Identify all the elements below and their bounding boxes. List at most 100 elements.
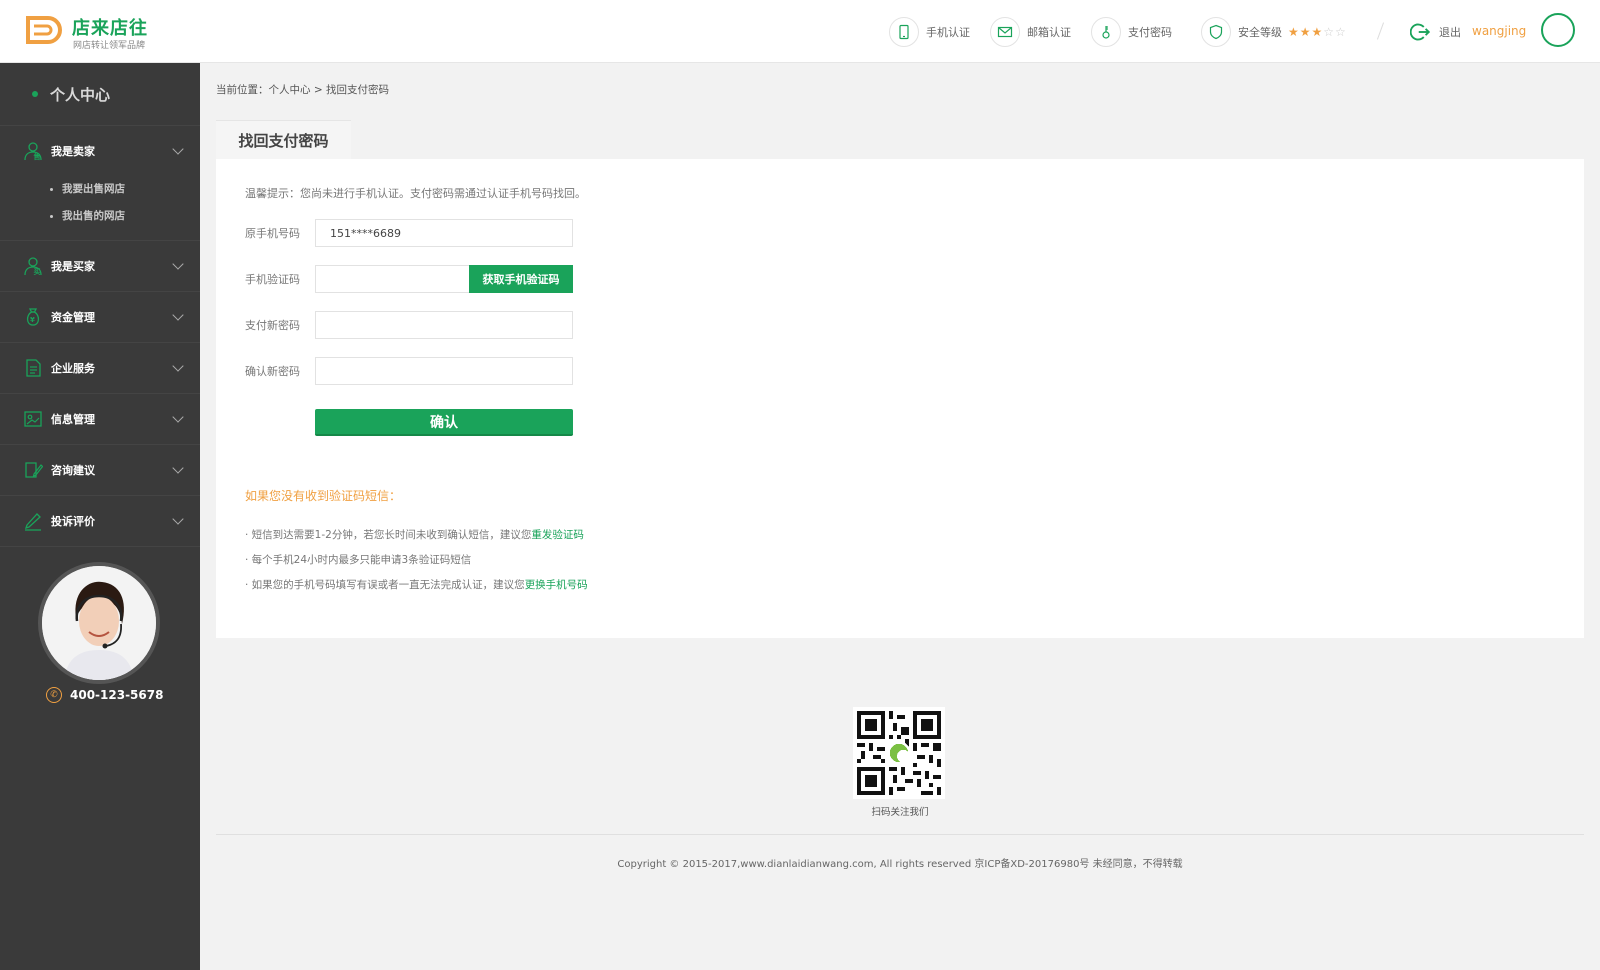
svg-text:售: 售 bbox=[34, 152, 41, 161]
chevron-down-icon bbox=[172, 462, 184, 474]
customer-service-photo bbox=[38, 562, 160, 684]
sidebar-item-buyer[interactable]: 买 我是买家 bbox=[0, 241, 200, 291]
site-logo[interactable]: 店来店往 网店转让领军品牌 bbox=[24, 12, 164, 52]
help-line-resend: · 短信到达需要1-2分钟，若您长时间未收到确认短信，建议您重发验证码 bbox=[245, 527, 584, 542]
resend-code-link[interactable]: 重发验证码 bbox=[531, 529, 584, 541]
sidebar-group-enterprise: 企业服务 bbox=[0, 343, 200, 394]
sidebar-item-consult-label: 咨询建议 bbox=[51, 464, 95, 477]
buyer-icon: 买 bbox=[22, 255, 44, 277]
logout-button[interactable]: 退出 bbox=[1405, 17, 1461, 47]
sidebar-item-enterprise[interactable]: 企业服务 bbox=[0, 343, 200, 393]
get-sms-code-button[interactable]: 获取手机验证码 bbox=[469, 265, 573, 293]
sidebar-title[interactable]: 个人中心 bbox=[0, 63, 200, 126]
sidebar: 个人中心 售 我是卖家 我要出售网店 我出售的网店 买 我是买家 ¥ 资金管理 … bbox=[0, 63, 200, 970]
original-phone-field: 151****6689 bbox=[315, 219, 573, 247]
help-title: 如果您没有收到验证码短信： bbox=[245, 489, 402, 503]
sms-code-input[interactable] bbox=[315, 265, 469, 293]
new-password-input[interactable] bbox=[315, 311, 573, 339]
notice-tip: 温馨提示：您尚未进行手机认证。支付密码需通过认证手机号码找回。 bbox=[245, 187, 586, 200]
document-icon bbox=[22, 357, 44, 379]
sidebar-group-consult: 咨询建议 bbox=[0, 445, 200, 496]
nav-email-verify[interactable]: 邮箱认证 bbox=[990, 17, 1071, 47]
sidebar-group-buyer: 买 我是买家 bbox=[0, 241, 200, 292]
new-password-label: 支付新密码 bbox=[245, 319, 300, 332]
nav-pay-password[interactable]: 支付密码 bbox=[1091, 17, 1172, 47]
sidebar-item-funds[interactable]: ¥ 资金管理 bbox=[0, 292, 200, 342]
phone-call-icon: ✆ bbox=[46, 687, 62, 703]
original-phone-label: 原手机号码 bbox=[245, 227, 300, 240]
money-bag-icon: ¥ bbox=[22, 306, 44, 328]
wechat-qr-code bbox=[853, 707, 945, 799]
change-phone-link[interactable]: 更换手机号码 bbox=[525, 579, 588, 591]
edit-icon bbox=[22, 459, 44, 481]
shield-icon bbox=[1201, 17, 1231, 47]
nav-security-level-label: 安全等级 bbox=[1238, 26, 1282, 39]
key-icon bbox=[1091, 17, 1121, 47]
confirm-button[interactable]: 确认 bbox=[315, 409, 573, 436]
phone-icon bbox=[889, 17, 919, 47]
confirm-password-row: 确认新密码 bbox=[245, 357, 573, 385]
sidebar-item-seller-label: 我是卖家 bbox=[51, 145, 95, 158]
dot-icon bbox=[32, 91, 38, 97]
sidebar-item-funds-label: 资金管理 bbox=[51, 311, 95, 324]
sidebar-item-consult[interactable]: 咨询建议 bbox=[0, 445, 200, 495]
nav-phone-verify[interactable]: 手机认证 bbox=[889, 17, 970, 47]
breadcrumb-prefix: 当前位置： bbox=[216, 84, 269, 96]
nav-phone-verify-label: 手机认证 bbox=[926, 26, 970, 39]
help-line-resend-text: · 短信到达需要1-2分钟，若您长时间未收到确认短信，建议您 bbox=[245, 529, 532, 541]
sms-code-label: 手机验证码 bbox=[245, 273, 300, 286]
new-password-row: 支付新密码 bbox=[245, 311, 573, 339]
logout-icon bbox=[1405, 17, 1435, 47]
form-panel: 温馨提示：您尚未进行手机认证。支付密码需通过认证手机号码找回。 原手机号码 15… bbox=[216, 159, 1584, 638]
logout-label: 退出 bbox=[1439, 26, 1461, 39]
breadcrumb: 当前位置：个人中心 > 找回支付密码 bbox=[216, 82, 389, 97]
sms-code-row: 手机验证码 获取手机验证码 bbox=[245, 265, 573, 293]
sidebar-item-seller[interactable]: 售 我是卖家 bbox=[0, 126, 200, 176]
top-header: 店来店往 网店转让领军品牌 手机认证 邮箱认证 支付密码 安全等级 ★★★☆☆ … bbox=[0, 0, 1600, 63]
help-line-limit-text: · 每个手机24小时内最多只能申请3条验证码短信 bbox=[245, 554, 472, 566]
original-phone-row: 原手机号码 151****6689 bbox=[245, 219, 573, 247]
chevron-down-icon bbox=[172, 411, 184, 423]
sidebar-item-buyer-label: 我是买家 bbox=[51, 260, 95, 273]
breadcrumb-current: 找回支付密码 bbox=[326, 84, 389, 96]
mail-icon bbox=[990, 17, 1020, 47]
seller-icon: 售 bbox=[22, 140, 44, 162]
nav-pay-password-label: 支付密码 bbox=[1128, 26, 1172, 39]
qr-caption: 扫码关注我们 bbox=[871, 807, 929, 818]
nav-security-level[interactable]: 安全等级 ★★★☆☆ bbox=[1201, 17, 1347, 47]
service-phone-number: 400-123-5678 bbox=[70, 688, 164, 702]
svg-text:¥: ¥ bbox=[30, 316, 35, 324]
sidebar-item-enterprise-label: 企业服务 bbox=[51, 362, 95, 375]
help-line-change-phone: · 如果您的手机号码填写有误或者一直无法完成认证，建议您更换手机号码 bbox=[245, 577, 588, 592]
copyright-text: Copyright © 2015-2017,www.dianlaidianwan… bbox=[617, 859, 1183, 870]
svg-text:买: 买 bbox=[34, 268, 41, 276]
sidebar-group-complaint: 投诉评价 bbox=[0, 496, 200, 547]
sidebar-submenu-seller: 我要出售网店 我出售的网店 bbox=[0, 176, 200, 240]
footer-divider bbox=[216, 834, 1584, 835]
breadcrumb-separator: > bbox=[313, 84, 323, 96]
image-icon bbox=[22, 408, 44, 430]
sidebar-group-info: 信息管理 bbox=[0, 394, 200, 445]
sidebar-item-complaint[interactable]: 投诉评价 bbox=[0, 496, 200, 546]
help-line-change-phone-text: · 如果您的手机号码填写有误或者一直无法完成认证，建议您 bbox=[245, 579, 525, 591]
chevron-down-icon bbox=[172, 360, 184, 372]
sidebar-subitem-my-sold-shops[interactable]: 我出售的网店 bbox=[50, 203, 200, 230]
security-stars-empty: ☆☆ bbox=[1323, 25, 1347, 39]
sidebar-item-complaint-label: 投诉评价 bbox=[51, 515, 95, 528]
username-link[interactable]: wangjing bbox=[1472, 24, 1526, 38]
breadcrumb-home[interactable]: 个人中心 bbox=[269, 84, 311, 96]
header-divider bbox=[1376, 22, 1385, 40]
logo-tagline: 网店转让领军品牌 bbox=[73, 41, 146, 51]
user-avatar[interactable] bbox=[1541, 13, 1575, 47]
chevron-down-icon bbox=[172, 258, 184, 270]
sidebar-subitem-sell-shop[interactable]: 我要出售网店 bbox=[50, 176, 200, 203]
security-stars-filled: ★★★ bbox=[1288, 25, 1324, 39]
sidebar-item-info-label: 信息管理 bbox=[51, 413, 95, 426]
tab-retrieve-pay-password[interactable]: 找回支付密码 bbox=[216, 120, 351, 160]
logo-name: 店来店往 bbox=[72, 18, 148, 39]
sidebar-item-info[interactable]: 信息管理 bbox=[0, 394, 200, 444]
security-stars: ★★★☆☆ bbox=[1288, 25, 1347, 39]
confirm-password-input[interactable] bbox=[315, 357, 573, 385]
sidebar-title-label: 个人中心 bbox=[50, 85, 111, 104]
sidebar-group-seller: 售 我是卖家 我要出售网店 我出售的网店 bbox=[0, 126, 200, 241]
